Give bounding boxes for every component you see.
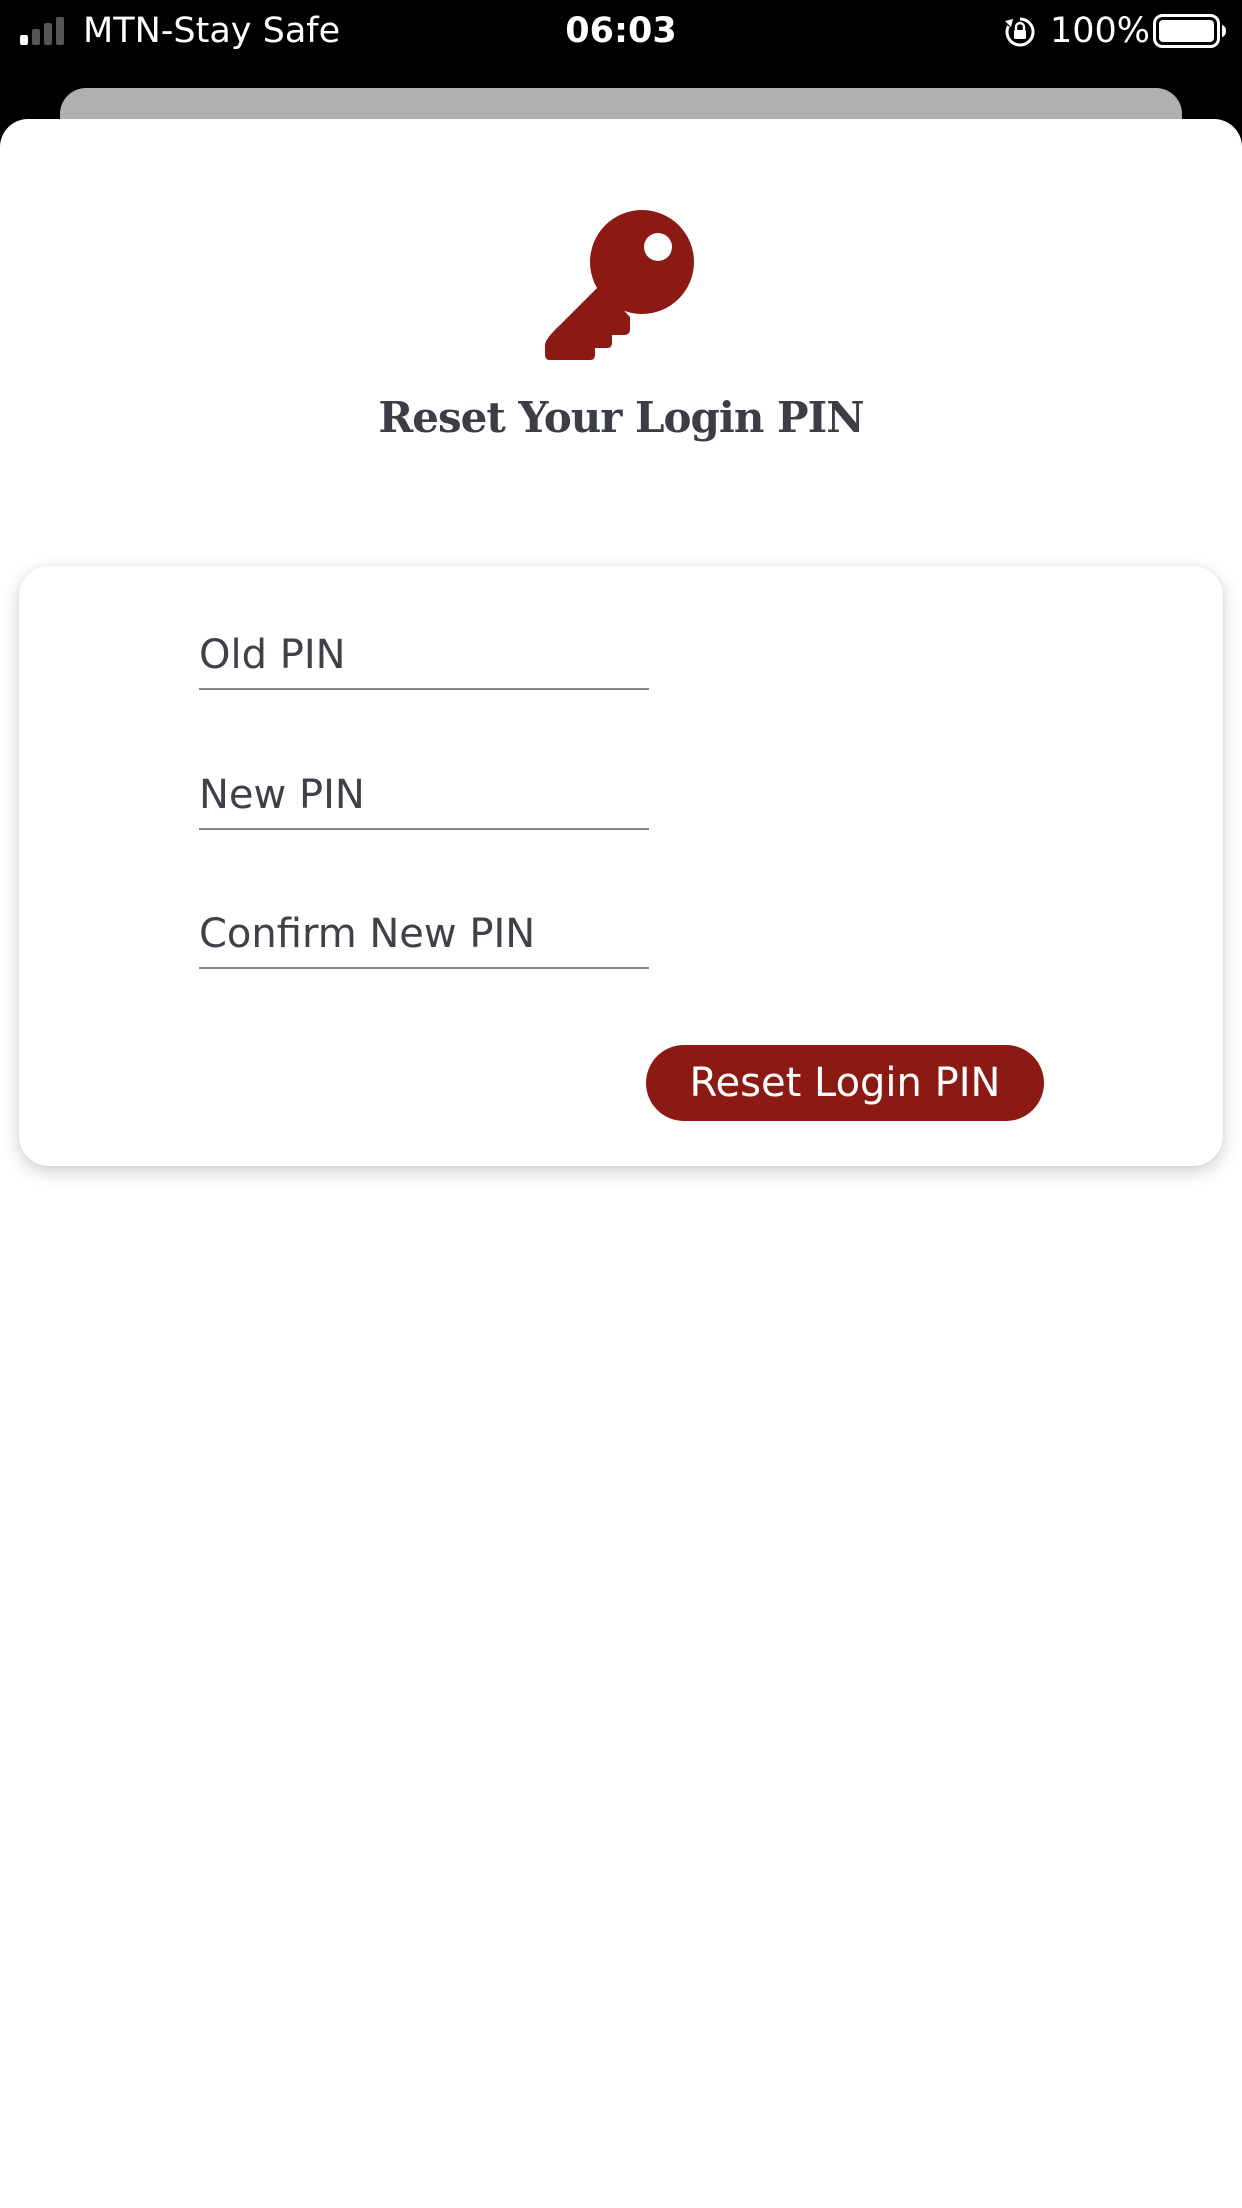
battery-icon [1153,14,1226,48]
old-pin-input[interactable] [199,632,649,678]
status-bar: MTN-Stay Safe 06:03 100% [0,0,1242,62]
new-pin-field[interactable] [199,758,649,830]
reset-login-pin-button[interactable]: Reset Login PIN [646,1045,1044,1121]
battery-percent: 100% [1050,11,1151,51]
new-pin-input[interactable] [199,772,649,818]
key-icon [545,210,694,360]
confirm-pin-input[interactable] [199,911,649,957]
page-title: Reset Your Login PIN [378,393,864,442]
reset-pin-form: Reset Login PIN [19,566,1223,1166]
orientation-lock-icon [1005,17,1035,47]
old-pin-field[interactable] [199,618,649,690]
confirm-pin-field[interactable] [199,897,649,969]
